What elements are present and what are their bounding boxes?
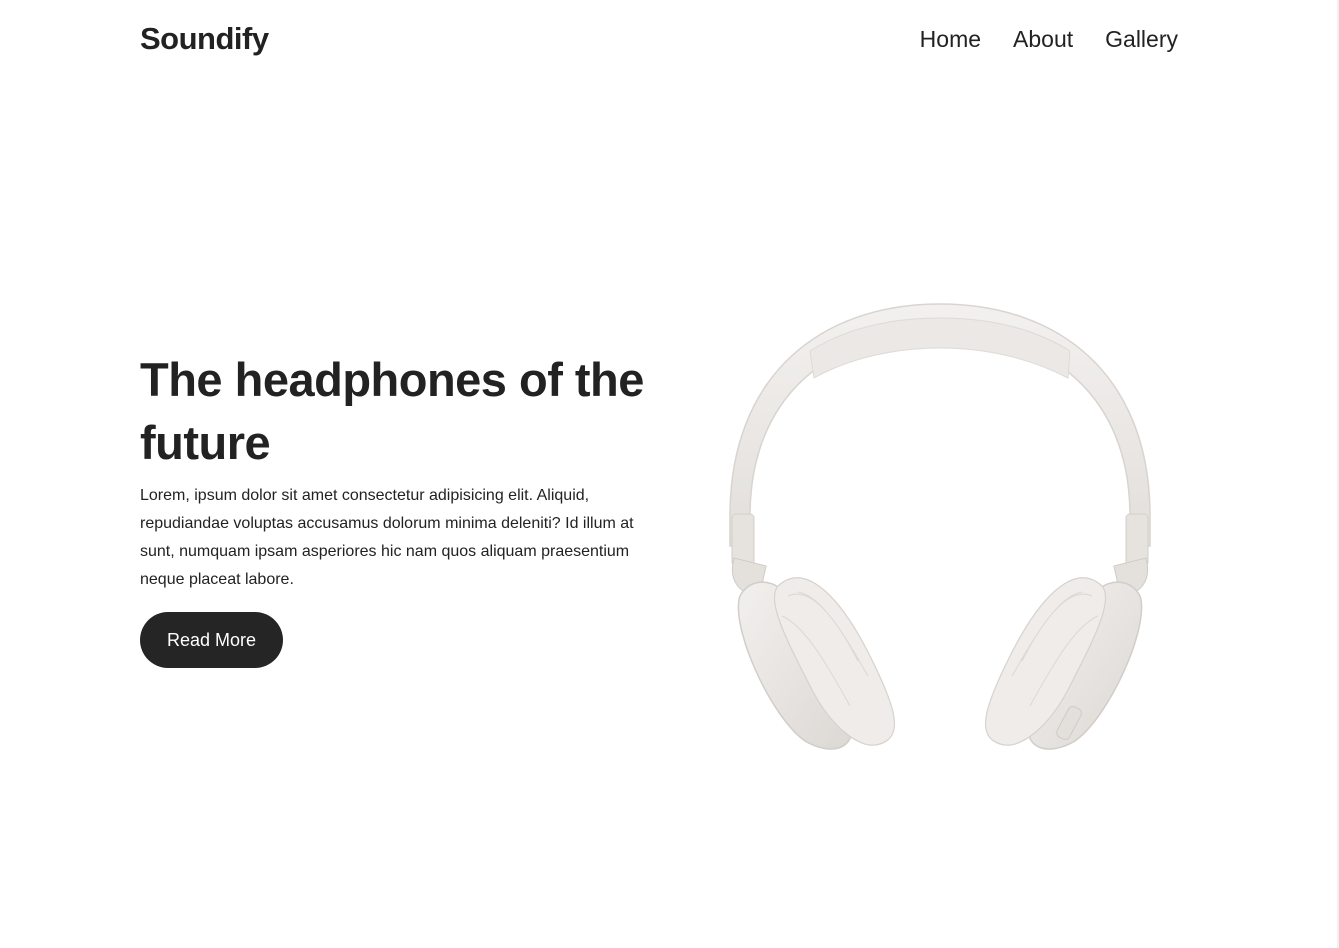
nav-about-link[interactable]: About	[1013, 26, 1073, 53]
hero-title: The headphones of the future	[140, 353, 644, 469]
main-nav: Home About Gallery	[920, 26, 1178, 53]
landing-page: Soundify Home About Gallery The headphon…	[0, 0, 1339, 948]
nav-gallery-link[interactable]: Gallery	[1105, 26, 1178, 53]
read-more-button[interactable]: Read More	[140, 612, 283, 668]
brand-logo[interactable]: Soundify	[140, 21, 269, 57]
headphones-image	[710, 296, 1170, 756]
headphones-icon	[729, 303, 1151, 750]
nav-home-link[interactable]: Home	[920, 26, 981, 53]
site-header: Soundify Home About Gallery	[140, 0, 1178, 80]
hero-section: The headphones of the future Lorem, ipsu…	[140, 348, 660, 668]
hero-description: Lorem, ipsum dolor sit amet consectetur …	[140, 487, 634, 588]
